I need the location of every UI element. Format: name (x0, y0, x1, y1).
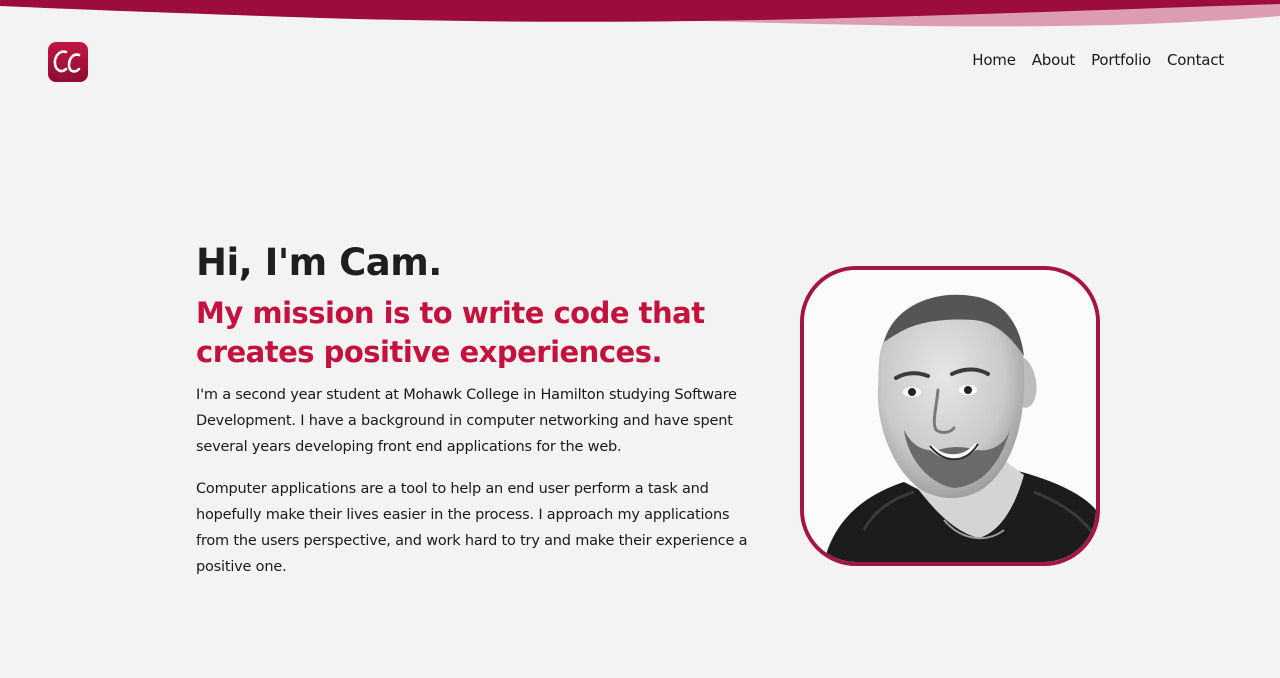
approach-paragraph: Computer applications are a tool to help… (196, 481, 748, 575)
top-wave-decoration (0, 0, 1280, 27)
cc-logo-link[interactable] (48, 42, 88, 82)
nav-home-link[interactable]: Home (972, 51, 1016, 69)
hero-mission: My mission is to write code that creates… (196, 296, 705, 369)
cc-monogram-logo-icon (48, 42, 88, 82)
profile-photo (804, 270, 1096, 562)
nav-about-link[interactable]: About (1032, 51, 1076, 69)
profile-photo-frame (800, 266, 1100, 566)
nav-contact-link[interactable]: Contact (1167, 51, 1224, 69)
page: Home About Portfolio Contact Hi, I'm Cam… (0, 0, 1280, 678)
nav-portfolio-link[interactable]: Portfolio (1091, 51, 1151, 69)
intro-paragraph: I'm a second year student at Mohawk Coll… (196, 387, 737, 455)
main-nav: Home About Portfolio Contact (972, 51, 1224, 69)
hero-greeting: Hi, I'm Cam. (196, 241, 442, 284)
hero-text: Hi, I'm Cam. My mission is to write code… (196, 240, 756, 580)
